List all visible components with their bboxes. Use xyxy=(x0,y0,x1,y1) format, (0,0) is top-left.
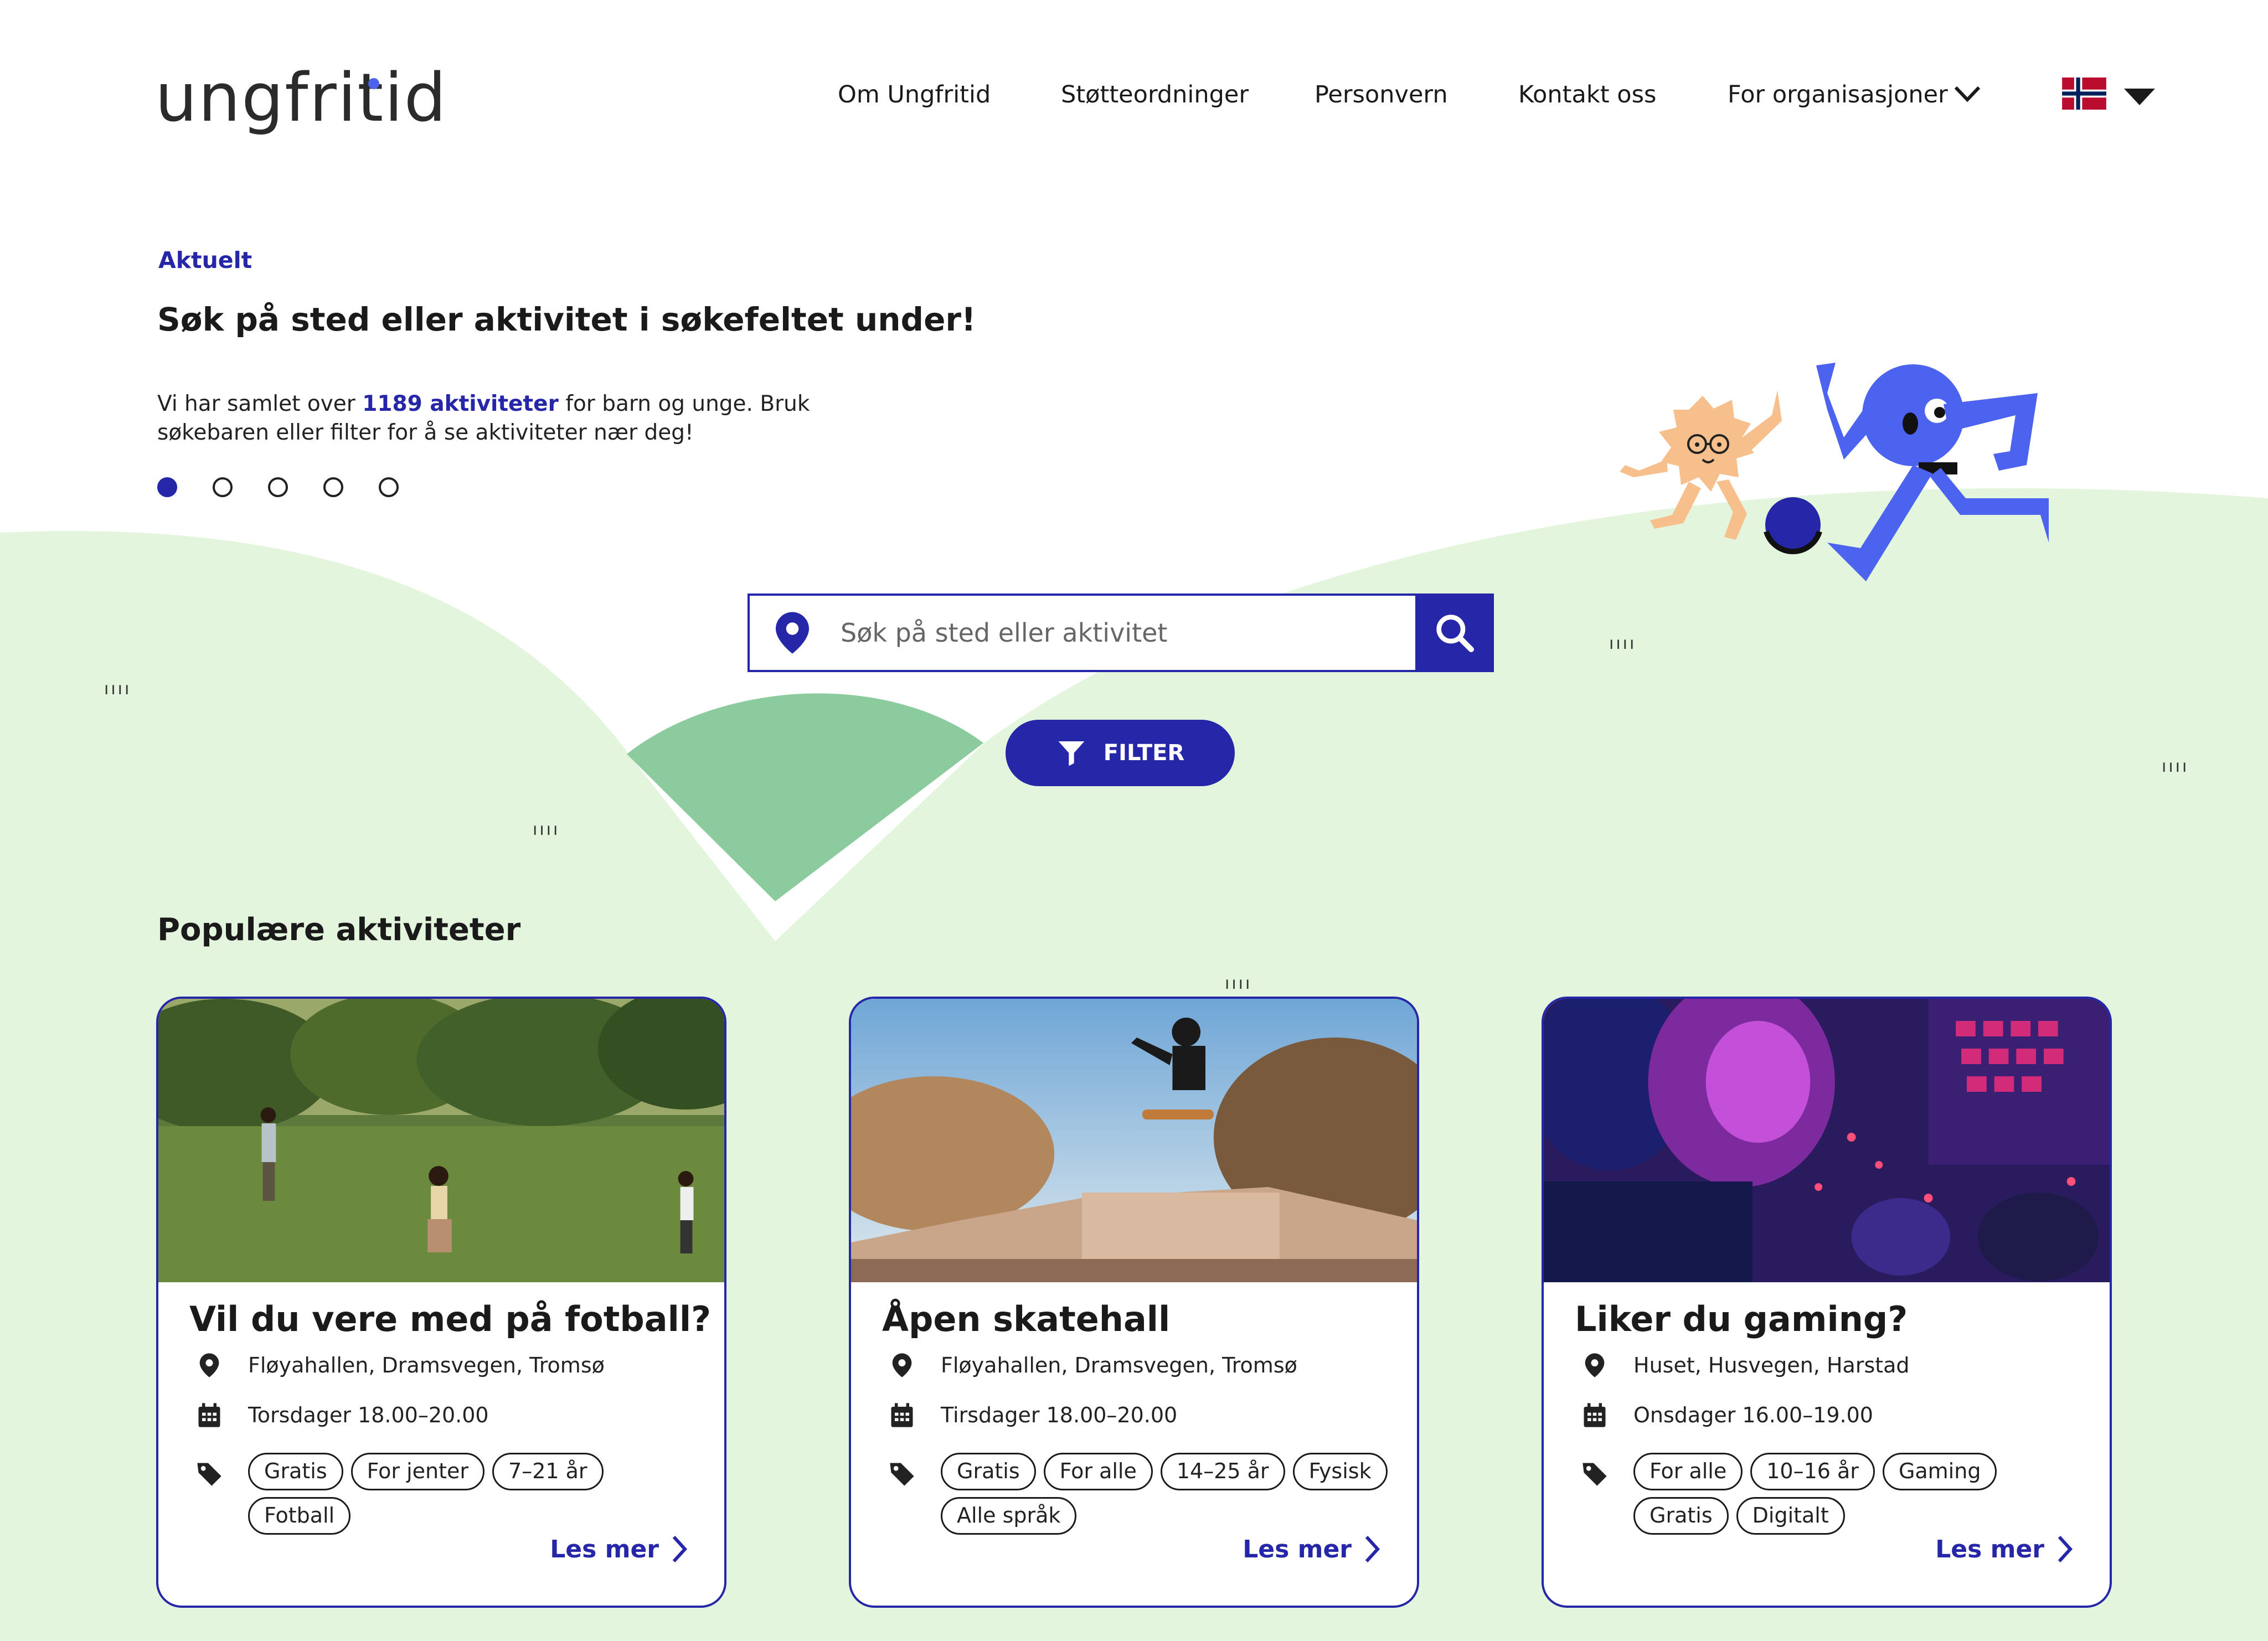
tag-chip[interactable]: Fysisk xyxy=(1292,1453,1388,1490)
search-input[interactable] xyxy=(839,617,1368,648)
filter-label: FILTER xyxy=(1103,740,1185,766)
nav-stotteordninger[interactable]: Støtteordninger xyxy=(1061,83,1249,107)
tag-chip[interactable]: 10–16 år xyxy=(1750,1453,1875,1490)
activity-title: Liker du gaming? xyxy=(1575,1299,1908,1339)
hero-description: Vi har samlet over 1189 aktiviteter for … xyxy=(157,390,822,447)
carousel-dot[interactable] xyxy=(268,477,288,497)
activity-time-text: Onsdager 16.00–19.00 xyxy=(1633,1403,1873,1427)
calendar-icon xyxy=(891,1403,913,1427)
read-more-link[interactable]: Les mer xyxy=(1935,1535,2073,1563)
tag-chip[interactable]: For alle xyxy=(1043,1453,1153,1490)
filter-icon xyxy=(1058,741,1085,766)
nav-personvern[interactable]: Personvern xyxy=(1315,83,1448,107)
activity-location-text: Fløyahallen, Dramsvegen, Tromsø xyxy=(248,1353,605,1377)
activity-tags: For alle 10–16 år Gaming Gratis Digitalt xyxy=(1580,1453,2090,1535)
read-more-link[interactable]: Les mer xyxy=(550,1535,688,1563)
activity-image xyxy=(158,999,724,1282)
tag-chip[interactable]: Alle språk xyxy=(941,1496,1077,1535)
tag-chip[interactable]: For alle xyxy=(1633,1453,1743,1490)
search-bar xyxy=(748,594,1494,672)
carousel-dot[interactable] xyxy=(213,477,233,497)
activity-title: Åpen skatehall xyxy=(882,1299,1171,1339)
hero-title: Søk på sted eller aktivitet i søkefeltet… xyxy=(157,301,976,338)
activity-location: Fløyahallen, Dramsvegen, Tromsø xyxy=(888,1351,1297,1380)
decorative-ticks: ıııı xyxy=(533,820,560,839)
caret-down-icon[interactable] xyxy=(2124,89,2155,105)
location-pin-icon xyxy=(776,612,809,654)
activity-location-text: Fløyahallen, Dramsvegen, Tromsø xyxy=(941,1353,1297,1377)
read-more-label: Les mer xyxy=(550,1535,659,1563)
carousel-dot[interactable] xyxy=(157,477,177,497)
activity-time-text: Torsdager 18.00–20.00 xyxy=(248,1403,489,1427)
activity-time: Torsdager 18.00–20.00 xyxy=(195,1401,489,1430)
nav-for-organisasjoner[interactable]: For organisasjoner xyxy=(1728,83,1948,107)
location-pin-icon xyxy=(892,1353,912,1377)
tag-chip[interactable]: Gratis xyxy=(248,1453,343,1490)
calendar-icon xyxy=(198,1403,220,1427)
activity-card[interactable]: Liker du gaming? Huset, Husvegen, Harsta… xyxy=(1542,997,2112,1608)
chevron-right-icon xyxy=(2058,1535,2073,1563)
activity-title: Vil du vere med på fotball? xyxy=(189,1299,712,1339)
activity-card[interactable]: Åpen skatehall Fløyahallen, Dramsvegen, … xyxy=(849,997,1419,1608)
tag-chip[interactable]: Digitalt xyxy=(1736,1496,1845,1535)
activity-location-text: Huset, Husvegen, Harstad xyxy=(1633,1353,1910,1377)
activity-card[interactable]: Vil du vere med på fotball? Fløyahallen,… xyxy=(156,997,726,1608)
decorative-ticks: ıııı xyxy=(1225,974,1252,993)
read-more-label: Les mer xyxy=(1935,1535,2044,1563)
filter-button[interactable]: FILTER xyxy=(1006,720,1235,786)
activity-count: 1189 aktiviteter xyxy=(362,391,559,416)
hero-description-start: Vi har samlet over xyxy=(157,391,363,416)
read-more-label: Les mer xyxy=(1243,1535,1352,1563)
chevron-right-icon xyxy=(1365,1535,1380,1563)
activity-tags: Gratis For alle 14–25 år Fysisk Alle spr… xyxy=(888,1453,1397,1535)
tag-chip[interactable]: Fotball xyxy=(248,1496,351,1535)
activity-image xyxy=(1544,999,2110,1282)
tag-chip[interactable]: 7–21 år xyxy=(492,1453,604,1490)
carousel-dot[interactable] xyxy=(323,477,343,497)
logo-dot xyxy=(368,78,379,89)
hero-eyebrow: Aktuelt xyxy=(158,247,252,274)
activity-time-text: Tirsdager 18.00–20.00 xyxy=(941,1403,1178,1427)
norway-flag-icon[interactable] xyxy=(2062,78,2106,110)
carousel-dot[interactable] xyxy=(379,477,399,497)
nav-kontakt-oss[interactable]: Kontakt oss xyxy=(1518,83,1656,107)
tag-icon xyxy=(1583,1463,1607,1486)
tag-chip[interactable]: Gratis xyxy=(1633,1496,1729,1535)
chevron-right-icon xyxy=(672,1535,688,1563)
section-title: Populære aktiviteter xyxy=(157,912,521,948)
tag-chip[interactable]: For jenter xyxy=(350,1453,485,1490)
tag-chip[interactable]: Gratis xyxy=(941,1453,1036,1490)
activity-time: Tirsdager 18.00–20.00 xyxy=(888,1401,1177,1430)
activity-location: Huset, Husvegen, Harstad xyxy=(1580,1351,1910,1380)
tag-chip[interactable]: 14–25 år xyxy=(1160,1453,1285,1490)
chevron-down-icon[interactable] xyxy=(1953,84,1981,104)
activity-location: Fløyahallen, Dramsvegen, Tromsø xyxy=(195,1351,605,1380)
decorative-ticks: ıııı xyxy=(104,679,132,699)
location-pin-icon xyxy=(1585,1353,1605,1377)
mascots-illustration xyxy=(1620,363,2049,581)
search-icon xyxy=(1436,615,1474,652)
activity-tags: Gratis For jenter 7–21 år Fotball xyxy=(195,1453,704,1535)
blue-mascot xyxy=(1816,363,2049,581)
read-more-link[interactable]: Les mer xyxy=(1243,1535,1380,1563)
decorative-ticks: ıııı xyxy=(2162,757,2189,776)
search-button[interactable] xyxy=(1415,594,1494,672)
nav-om-ungfritid[interactable]: Om Ungfritid xyxy=(838,83,991,107)
logo[interactable]: ungfritid xyxy=(155,65,447,132)
tag-chip[interactable]: Gaming xyxy=(1882,1453,1997,1490)
activity-time: Onsdager 16.00–19.00 xyxy=(1580,1401,1873,1430)
tag-icon xyxy=(197,1463,221,1486)
location-pin-icon xyxy=(199,1353,219,1377)
calendar-icon xyxy=(1584,1403,1606,1427)
activity-image xyxy=(851,999,1417,1282)
carousel-dots xyxy=(157,477,399,497)
decorative-ticks: ıııı xyxy=(1609,634,1637,653)
orange-mascot xyxy=(1620,390,1782,540)
tag-icon xyxy=(890,1463,914,1486)
